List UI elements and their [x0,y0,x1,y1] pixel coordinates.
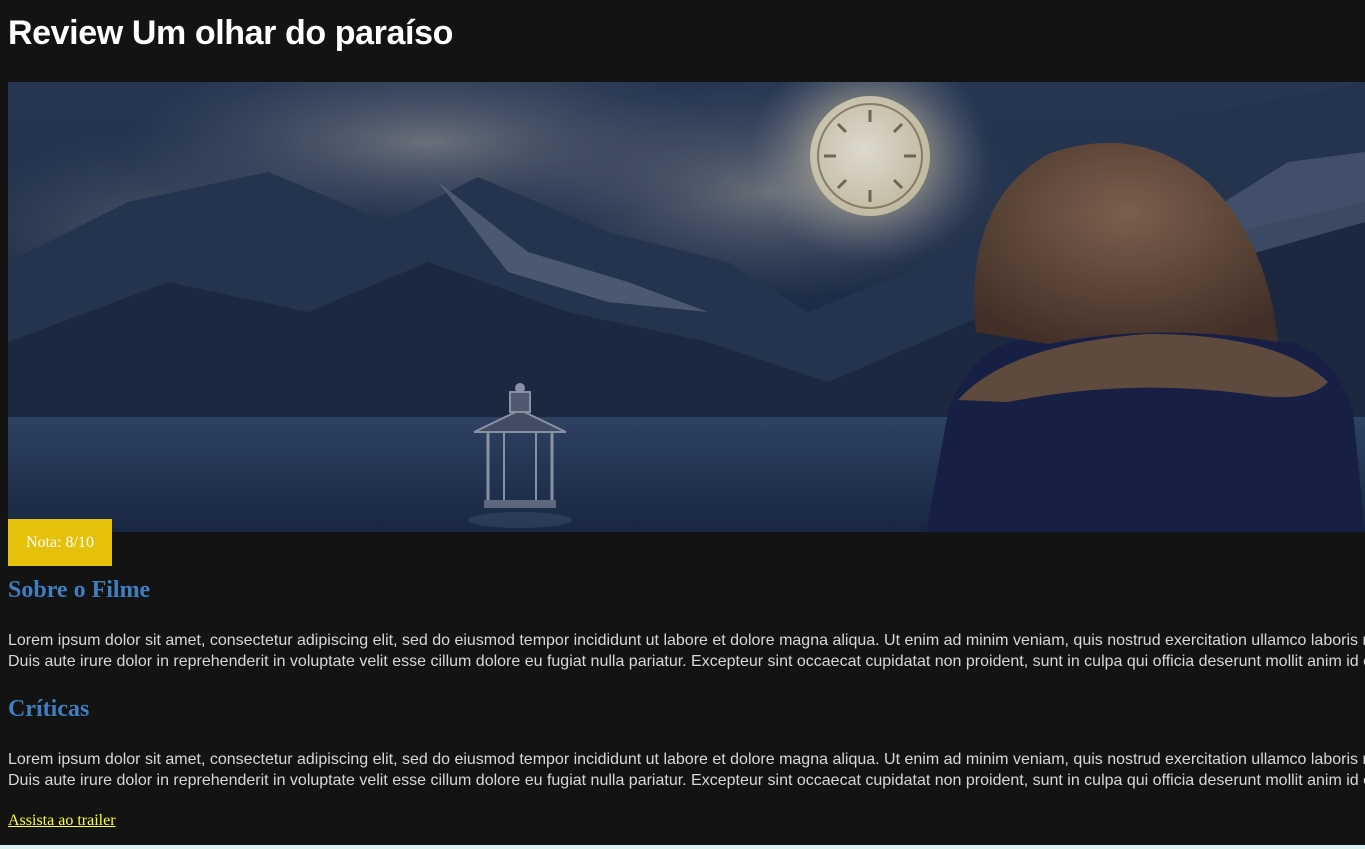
reviews-paragraph: Lorem ipsum dolor sit amet, consectetur … [8,749,1365,791]
about-paragraph: Lorem ipsum dolor sit amet, consectetur … [8,630,1365,672]
trailer-link[interactable]: Assista ao trailer [8,812,116,830]
rating-badge: Nota: 8/10 [8,519,112,566]
movie-banner-image [8,82,1365,532]
about-heading: Sobre o Filme [8,577,151,603]
page-title: Review Um olhar do paraíso [8,14,453,52]
about-paragraph-line-2: Duis aute irure dolor in reprehenderit i… [8,653,1365,670]
page-bottom-edge [0,845,1365,849]
reviews-paragraph-line-1: Lorem ipsum dolor sit amet, consectetur … [8,751,1365,768]
reviews-paragraph-line-2: Duis aute irure dolor in reprehenderit i… [8,772,1365,789]
about-paragraph-line-1: Lorem ipsum dolor sit amet, consectetur … [8,632,1365,649]
reviews-heading: Críticas [8,696,90,722]
